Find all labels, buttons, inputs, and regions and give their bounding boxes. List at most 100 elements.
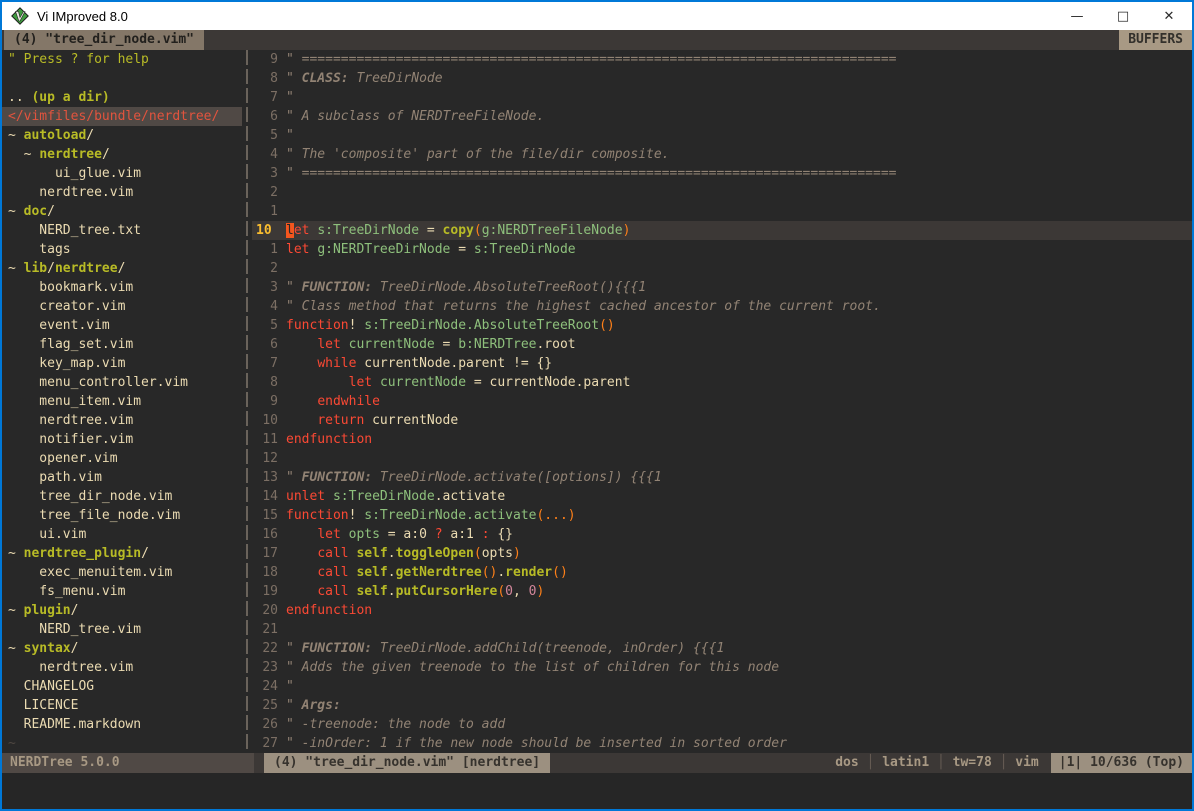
tree-dir-autoload[interactable]: ~ autoload/ [2,126,242,145]
editor-line[interactable]: 16 let opts = a:0 ? a:1 : {} [252,525,1192,544]
code-text: call self.putCursorHere(0, 0) [286,582,544,601]
tree-file[interactable]: ui_glue.vim [2,164,242,183]
editor-line[interactable]: 15function! s:TreeDirNode.activate(...) [252,506,1192,525]
code-text: let s:TreeDirNode = copy(g:NERDTreeFileN… [286,221,630,240]
editor-line[interactable]: 12 [252,449,1192,468]
editor-line[interactable]: 5" [252,126,1192,145]
window-separator[interactable] [242,50,252,753]
code-text: " Adds the given treenode to the list of… [286,658,779,677]
editor-line[interactable]: 7 while currentNode.parent != {} [252,354,1192,373]
tree-file[interactable]: README.markdown [2,715,242,734]
tree-root[interactable]: </vimfiles/bundle/nerdtree/ [2,107,242,126]
tabline-fill [204,30,1119,50]
tree-dir-nerdtree[interactable]: ~ nerdtree/ [2,145,242,164]
editor-line[interactable]: 23" Adds the given treenode to the list … [252,658,1192,677]
tree-file[interactable]: path.vim [2,468,242,487]
close-button[interactable]: ✕ [1146,2,1192,30]
editor-line[interactable]: 11endfunction [252,430,1192,449]
code-text: let currentNode = b:NERDTree.root [286,335,576,354]
tree-file[interactable]: tree_file_node.vim [2,506,242,525]
tree-file[interactable]: exec_menuitem.vim [2,563,242,582]
editor-line[interactable]: 26" -treenode: the node to add [252,715,1192,734]
editor-line[interactable]: 1let g:NERDTreeDirNode = s:TreeDirNode [252,240,1192,259]
tree-file[interactable]: menu_item.vim [2,392,242,411]
minimize-button[interactable]: — [1054,2,1100,30]
tree-file[interactable]: NERD_tree.txt [2,221,242,240]
tree-file[interactable]: creator.vim [2,297,242,316]
tree-file[interactable]: tree_dir_node.vim [2,487,242,506]
editor-line[interactable]: 4" Class method that returns the highest… [252,297,1192,316]
editor-line[interactable]: 7" [252,88,1192,107]
tree-file[interactable]: opener.vim [2,449,242,468]
line-number: 19 [252,582,286,601]
editor-line[interactable]: 20endfunction [252,601,1192,620]
editor-line[interactable]: 8 let currentNode = currentNode.parent [252,373,1192,392]
code-text: unlet s:TreeDirNode.activate [286,487,505,506]
line-number: 6 [252,107,286,126]
statusline-position: |1| 10/636 (Top) [1051,753,1192,773]
tree-file[interactable]: bookmark.vim [2,278,242,297]
editor-line[interactable]: 5function! s:TreeDirNode.AbsoluteTreeRoo… [252,316,1192,335]
editor-line[interactable]: 1 [252,202,1192,221]
tree-file[interactable]: CHANGELOG [2,677,242,696]
editor-line[interactable]: 6" A subclass of NERDTreeFileNode. [252,107,1192,126]
editor-line[interactable]: 14unlet s:TreeDirNode.activate [252,487,1192,506]
editor-line[interactable]: 17 call self.toggleOpen(opts) [252,544,1192,563]
editor-line[interactable]: 24" [252,677,1192,696]
code-text: function! s:TreeDirNode.AbsoluteTreeRoot… [286,316,615,335]
code-text: let opts = a:0 ? a:1 : {} [286,525,513,544]
tree-file[interactable]: key_map.vim [2,354,242,373]
code-text: while currentNode.parent != {} [286,354,552,373]
tree-file[interactable]: notifier.vim [2,430,242,449]
editor-line[interactable]: 13" FUNCTION: TreeDirNode.activate([opti… [252,468,1192,487]
tree-item-up-a-dir[interactable]: .. (up a dir) [2,88,242,107]
editor-line[interactable]: 27" -inOrder: 1 if the new node should b… [252,734,1192,753]
tree-line[interactable] [2,69,242,88]
tree-file[interactable]: nerdtree.vim [2,411,242,430]
tree-dir-nerdtree-plugin[interactable]: ~ nerdtree_plugin/ [2,544,242,563]
nerdtree-pane[interactable]: " Press ? for help .. (up a dir)</vimfile… [2,50,242,753]
tree-dir-lib-nerdtree[interactable]: ~ lib/nerdtree/ [2,259,242,278]
tree-empty-tilde[interactable]: ~ [2,734,242,753]
tree-file[interactable]: LICENCE [2,696,242,715]
editor-line[interactable]: 21 [252,620,1192,639]
tree-file[interactable]: event.vim [2,316,242,335]
editor-line[interactable]: 8" CLASS: TreeDirNode [252,69,1192,88]
code-text: " [286,126,294,145]
editor-pane[interactable]: 9" =====================================… [252,50,1192,753]
editor-line[interactable]: 3" =====================================… [252,164,1192,183]
line-number: 3 [252,164,286,183]
tree-file[interactable]: NERD_tree.vim [2,620,242,639]
editor-line[interactable]: 3" FUNCTION: TreeDirNode.AbsoluteTreeRoo… [252,278,1192,297]
tree-dir-plugin[interactable]: ~ plugin/ [2,601,242,620]
tree-file[interactable]: nerdtree.vim [2,183,242,202]
editor-line[interactable]: 9" =====================================… [252,50,1192,69]
editor-line[interactable]: 22" FUNCTION: TreeDirNode.addChild(treen… [252,639,1192,658]
tree-file[interactable]: fs_menu.vim [2,582,242,601]
tree-dir-syntax[interactable]: ~ syntax/ [2,639,242,658]
editor-line-current[interactable]: 10let s:TreeDirNode = copy(g:NERDTreeFil… [252,221,1192,240]
tab-tree-dir-node[interactable]: (4) "tree_dir_node.vim" [4,30,204,50]
tree-line[interactable]: " Press ? for help [2,50,242,69]
tree-file[interactable]: ui.vim [2,525,242,544]
tree-dir-doc[interactable]: ~ doc/ [2,202,242,221]
tree-file[interactable]: nerdtree.vim [2,658,242,677]
editor-line[interactable]: 19 call self.putCursorHere(0, 0) [252,582,1192,601]
line-number: 26 [252,715,286,734]
editor-line[interactable]: 6 let currentNode = b:NERDTree.root [252,335,1192,354]
editor-line[interactable]: 4" The 'composite' part of the file/dir … [252,145,1192,164]
editor-line[interactable]: 25" Args: [252,696,1192,715]
line-number: 15 [252,506,286,525]
code-text: " [286,677,294,696]
maximize-button[interactable]: □ [1100,2,1146,30]
editor-line[interactable]: 2 [252,259,1192,278]
code-text: return currentNode [286,411,458,430]
tree-file[interactable]: menu_controller.vim [2,373,242,392]
tree-file[interactable]: flag_set.vim [2,335,242,354]
editor-line[interactable]: 9 endwhile [252,392,1192,411]
code-text: " ======================================… [286,50,896,69]
editor-line[interactable]: 18 call self.getNerdtree().render() [252,563,1192,582]
tree-file[interactable]: tags [2,240,242,259]
editor-line[interactable]: 10 return currentNode [252,411,1192,430]
editor-line[interactable]: 2 [252,183,1192,202]
